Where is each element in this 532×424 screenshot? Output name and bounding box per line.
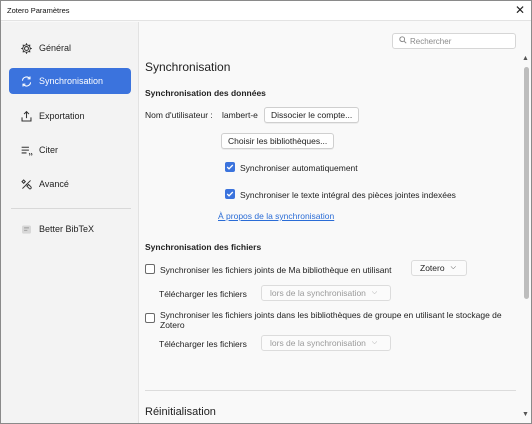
search-box[interactable] — [392, 33, 516, 49]
reset-heading: Réinitialisation — [145, 406, 216, 418]
sidebar-item-label: Général — [39, 43, 72, 53]
close-icon[interactable]: ✕ — [515, 3, 525, 17]
title-bar: Zotero Paramètres ✕ — [1, 1, 531, 21]
group-files-label-line1: Synchroniser les fichiers joints dans le… — [160, 310, 502, 320]
check-icon — [226, 191, 234, 197]
auto-sync-label: Synchroniser automatiquement — [240, 163, 358, 173]
gear-icon — [20, 42, 33, 55]
sidebar-item-better-bibtex[interactable]: Better BibTeX — [9, 216, 131, 242]
chevron-down-icon: ⌵ — [450, 264, 456, 271]
username-label: Nom d'utilisateur : — [145, 110, 213, 120]
page-title: Synchronisation — [145, 60, 231, 74]
file-sync-heading: Synchronisation des fichiers — [145, 242, 262, 252]
section-divider — [145, 390, 516, 391]
sidebar-item-sync[interactable]: Synchronisation — [9, 68, 131, 94]
sidebar-item-export[interactable]: Exportation — [9, 103, 131, 129]
sidebar-item-label: Avancé — [39, 179, 69, 189]
sync-pane: Synchronisation Synchronisation des donn… — [140, 22, 531, 423]
data-sync-heading: Synchronisation des données — [145, 88, 266, 98]
tools-icon — [20, 178, 33, 191]
search-input[interactable] — [410, 36, 500, 46]
username-value: lambert-e — [222, 110, 258, 120]
window-title: Zotero Paramètres — [7, 6, 70, 15]
choose-libraries-button[interactable]: Choisir les bibliothèques... — [221, 133, 335, 149]
cite-icon — [20, 144, 33, 157]
sidebar-item-label: Synchronisation — [39, 76, 104, 86]
export-icon — [20, 110, 33, 123]
sidebar-item-general[interactable]: Général — [9, 35, 131, 61]
sync-icon — [20, 75, 33, 88]
download-files-label-group: Télécharger les fichiers — [159, 339, 247, 349]
sidebar-item-cite[interactable]: Citer — [9, 137, 131, 163]
chevron-down-icon: ⌵ — [371, 289, 378, 296]
unlink-account-button[interactable]: Dissocier le compte... — [264, 107, 360, 123]
my-library-files-label: Synchroniser les fichiers joints de Ma b… — [160, 265, 392, 275]
search-icon — [399, 36, 407, 46]
sidebar-item-advanced[interactable]: Avancé — [9, 171, 131, 197]
chevron-down-icon: ⌵ — [371, 339, 378, 346]
fulltext-sync-checkbox[interactable] — [225, 189, 235, 199]
preferences-window: Zotero Paramètres ✕ Général Synchronisat… — [0, 0, 532, 424]
download-files-label: Télécharger les fichiers — [159, 289, 247, 299]
fulltext-sync-label: Synchroniser le texte intégral des pièce… — [240, 190, 456, 200]
group-files-checkbox[interactable] — [145, 313, 155, 323]
sidebar: Général Synchronisation Exportation Cite… — [1, 22, 139, 423]
bbt-icon — [20, 223, 33, 236]
sidebar-divider — [11, 208, 131, 209]
sidebar-item-label: Citer — [39, 145, 59, 155]
download-files-select[interactable]: lors de la synchronisation ⌵ — [261, 285, 391, 301]
scroll-down-icon[interactable]: ▼ — [522, 411, 529, 418]
sidebar-item-label: Exportation — [39, 111, 85, 121]
download-files-select-group[interactable]: lors de la synchronisation ⌵ — [261, 335, 391, 351]
my-library-files-checkbox[interactable] — [145, 264, 155, 274]
scrollbar-thumb[interactable] — [524, 67, 529, 299]
check-icon — [226, 164, 234, 170]
scroll-up-icon[interactable]: ▲ — [522, 55, 529, 62]
download-files-value: lors de la synchronisation — [270, 288, 366, 298]
auto-sync-checkbox[interactable] — [225, 162, 235, 172]
group-files-label-line2: Zotero — [160, 320, 185, 330]
download-files-value-group: lors de la synchronisation — [270, 338, 366, 348]
sidebar-item-label: Better BibTeX — [39, 224, 95, 234]
storage-service-value: Zotero — [420, 263, 445, 273]
about-sync-link[interactable]: À propos de la synchronisation — [218, 211, 334, 221]
storage-service-select[interactable]: Zotero ⌵ — [411, 260, 467, 276]
